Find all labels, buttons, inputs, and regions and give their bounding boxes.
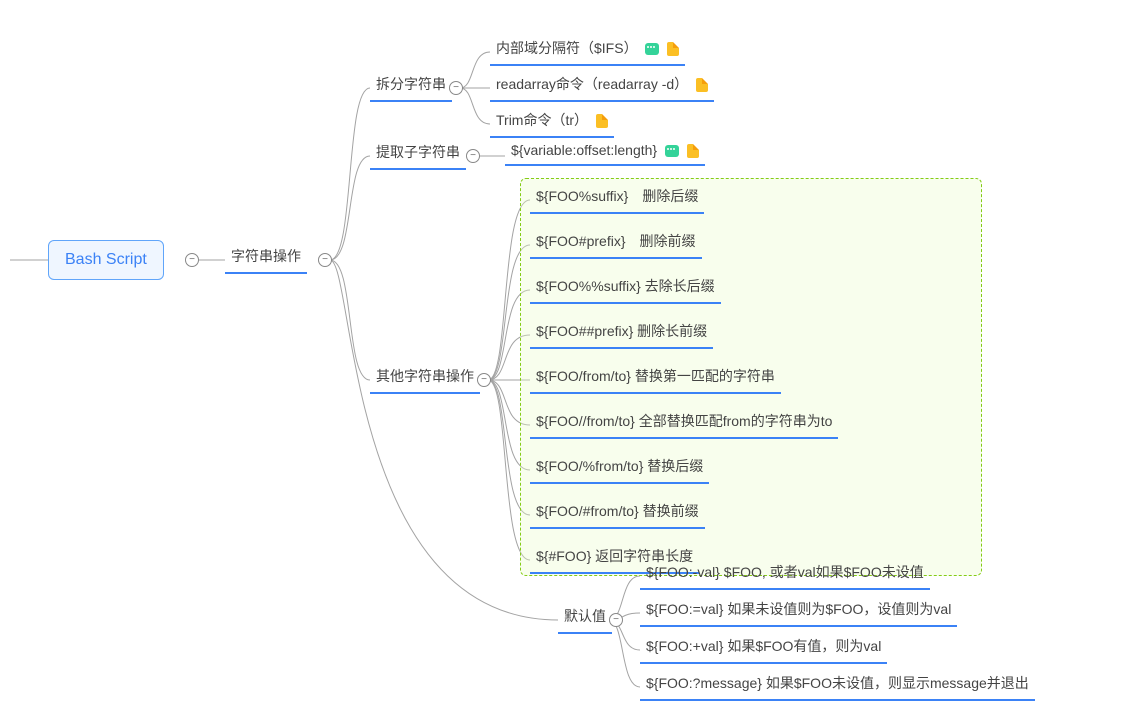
leaf-variable-offset[interactable]: ${variable:offset:length} — [505, 138, 705, 166]
leaf-foo-default-equal[interactable]: ${FOO:=val} 如果未设值则为$FOO，设值则为val — [640, 595, 957, 627]
leaf-foo-replace-suffix[interactable]: ${FOO/%from/to} 替换后缀 — [530, 452, 709, 484]
branch-other-string-ops-toggle[interactable]: − — [477, 373, 491, 387]
leaf-label: ${FOO:+val} 如果$FOO有值，则为val — [646, 638, 881, 654]
toggle-symbol: − — [322, 255, 328, 265]
leaf-foo-replace-first[interactable]: ${FOO/from/to} 替换第一匹配的字符串 — [530, 362, 781, 394]
root-label: Bash Script — [65, 251, 147, 268]
toggle-symbol: − — [481, 375, 487, 385]
branch-default-values-label: 默认值 — [564, 608, 606, 624]
branch-string-ops-label: 字符串操作 — [231, 248, 301, 264]
leaf-label: ${FOO%suffix} 删除后缀 — [536, 188, 698, 204]
leaf-label: ${FOO/from/to} 替换第一匹配的字符串 — [536, 368, 775, 384]
leaf-label: ${FOO/%from/to} 替换后缀 — [536, 458, 703, 474]
toggle-symbol: − — [189, 255, 195, 265]
leaf-foo-default-plus[interactable]: ${FOO:+val} 如果$FOO有值，则为val — [640, 632, 887, 664]
leaf-foo-default-message[interactable]: ${FOO:?message} 如果$FOO未设值，则显示message并退出 — [640, 669, 1035, 701]
leaf-label: ${FOO/#from/to} 替换前缀 — [536, 503, 699, 519]
branch-other-string-ops-label: 其他字符串操作 — [376, 368, 474, 384]
note-icon[interactable] — [596, 114, 608, 128]
leaf-foo-default-minus[interactable]: ${FOO:-val} $FOO, 或者val如果$FOO未设值 — [640, 558, 930, 590]
root-node[interactable]: Bash Script — [48, 240, 164, 280]
toggle-symbol: − — [453, 83, 459, 93]
leaf-trim[interactable]: Trim命令（tr） — [490, 106, 614, 138]
toggle-symbol: − — [613, 615, 619, 625]
branch-substring-label: 提取子字符串 — [376, 144, 460, 160]
leaf-label: ${FOO//from/to} 全部替换匹配from的字符串为to — [536, 413, 832, 429]
branch-string-ops-toggle[interactable]: − — [318, 253, 332, 267]
leaf-foo-prefix[interactable]: ${FOO#prefix} 删除前缀 — [530, 227, 702, 259]
note-icon[interactable] — [696, 78, 708, 92]
leaf-label: ${FOO:-val} $FOO, 或者val如果$FOO未设值 — [646, 564, 924, 580]
branch-substring[interactable]: 提取子字符串 — [370, 138, 466, 170]
branch-substring-toggle[interactable]: − — [466, 149, 480, 163]
leaf-foo-suffix[interactable]: ${FOO%suffix} 删除后缀 — [530, 182, 704, 214]
branch-split-string-toggle[interactable]: − — [449, 81, 463, 95]
leaf-label: ${FOO#prefix} 删除前缀 — [536, 233, 696, 249]
leaf-readarray-label: readarray命令（readarray -d） — [496, 76, 688, 92]
leaf-label: ${FOO##prefix} 删除长前缀 — [536, 323, 707, 339]
root-toggle[interactable]: − — [185, 253, 199, 267]
branch-other-string-ops[interactable]: 其他字符串操作 — [370, 362, 480, 394]
note-icon[interactable] — [687, 144, 699, 158]
branch-string-ops[interactable]: 字符串操作 — [225, 242, 307, 274]
comment-icon[interactable] — [665, 145, 679, 157]
leaf-foo-longsuffix[interactable]: ${FOO%%suffix} 去除长后缀 — [530, 272, 721, 304]
leaf-foo-replace-all[interactable]: ${FOO//from/to} 全部替换匹配from的字符串为to — [530, 407, 838, 439]
branch-default-values-toggle[interactable]: − — [609, 613, 623, 627]
comment-icon[interactable] — [645, 43, 659, 55]
leaf-readarray[interactable]: readarray命令（readarray -d） — [490, 70, 714, 102]
branch-split-string[interactable]: 拆分字符串 — [370, 70, 452, 102]
leaf-variable-offset-label: ${variable:offset:length} — [511, 142, 657, 158]
leaf-ifs[interactable]: 内部域分隔符（$IFS） — [490, 34, 685, 66]
toggle-symbol: − — [470, 151, 476, 161]
leaf-label: ${FOO:=val} 如果未设值则为$FOO，设值则为val — [646, 601, 951, 617]
leaf-label: ${FOO:?message} 如果$FOO未设值，则显示message并退出 — [646, 675, 1029, 691]
note-icon[interactable] — [667, 42, 679, 56]
leaf-label: ${FOO%%suffix} 去除长后缀 — [536, 278, 715, 294]
leaf-trim-label: Trim命令（tr） — [496, 112, 588, 128]
leaf-foo-replace-prefix[interactable]: ${FOO/#from/to} 替换前缀 — [530, 497, 705, 529]
leaf-foo-longprefix[interactable]: ${FOO##prefix} 删除长前缀 — [530, 317, 713, 349]
leaf-ifs-label: 内部域分隔符（$IFS） — [496, 40, 638, 56]
branch-split-string-label: 拆分字符串 — [376, 76, 446, 92]
branch-default-values[interactable]: 默认值 — [558, 602, 612, 634]
